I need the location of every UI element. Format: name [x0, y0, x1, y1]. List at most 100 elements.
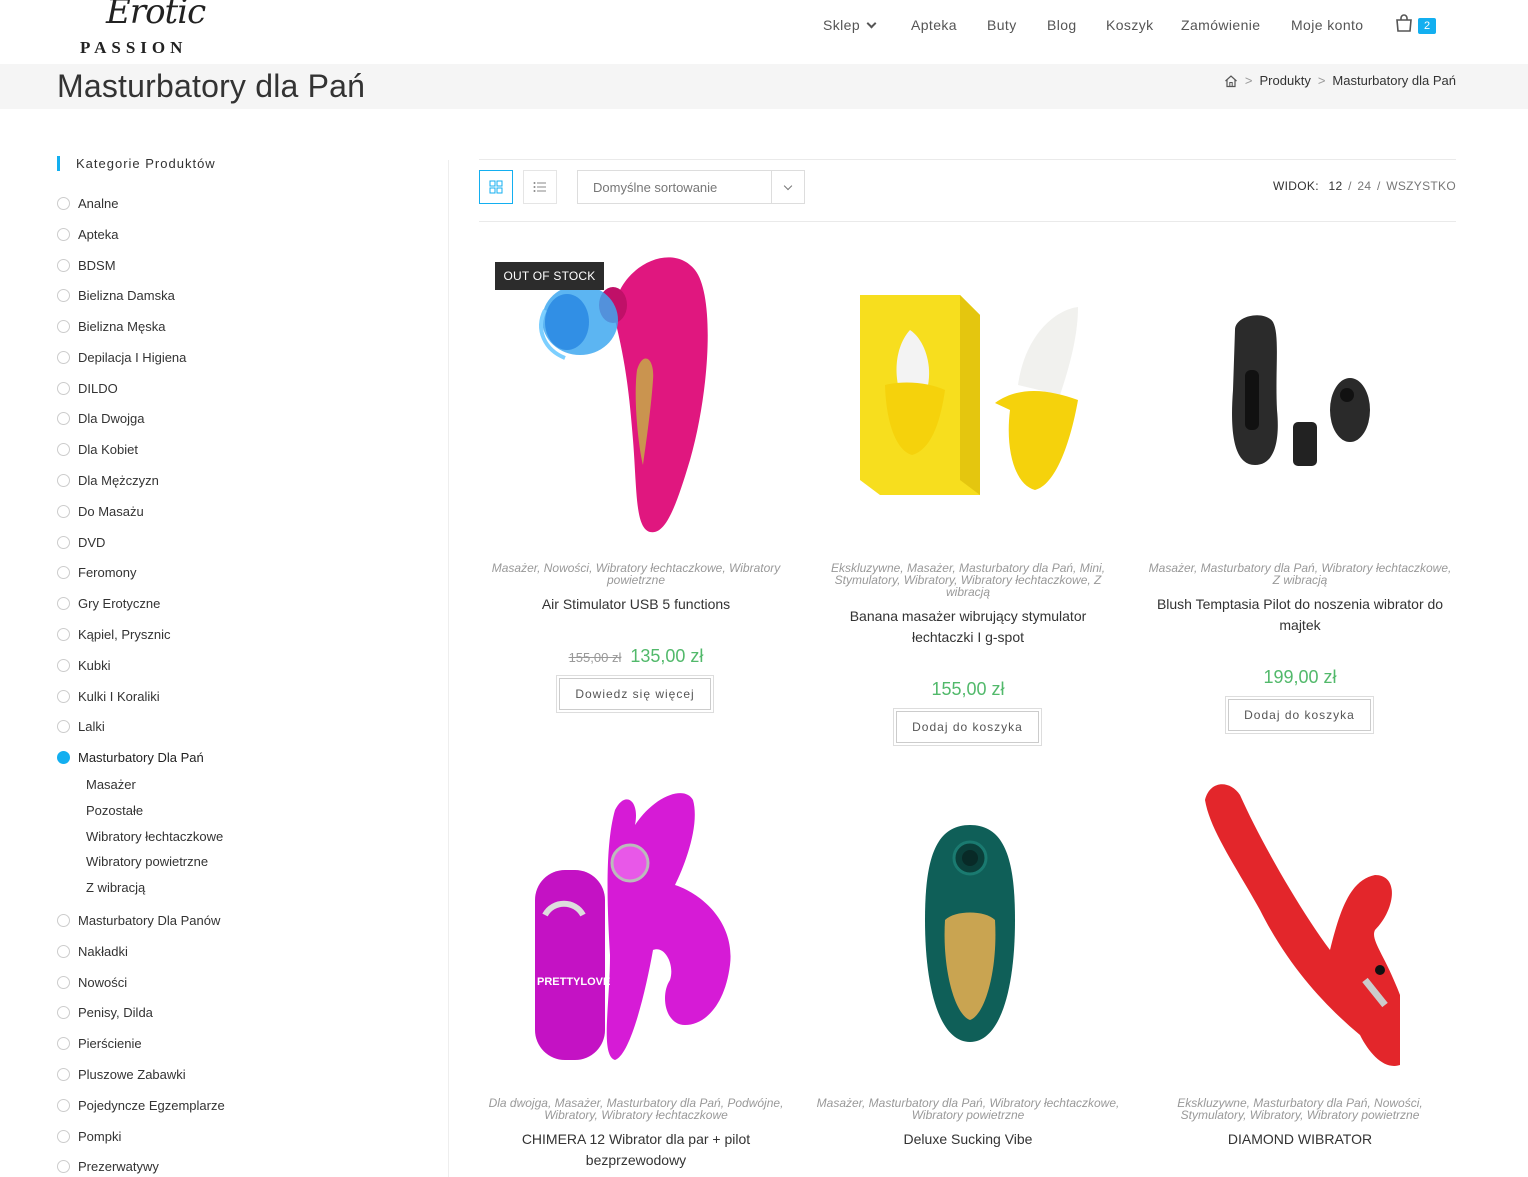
category-item[interactable]: Penisy, Dilda [57, 1004, 153, 1020]
grid-view-button[interactable] [479, 170, 513, 204]
subcategory-item[interactable]: Z wibracją [86, 880, 145, 895]
category-item[interactable]: Gry Erotyczne [57, 595, 160, 611]
category-item[interactable]: Nakładki [57, 943, 128, 959]
category-item[interactable]: Bielizna Damska [57, 287, 175, 303]
category-item[interactable]: Bielizna Męska [57, 318, 165, 334]
category-label: Penisy, Dilda [78, 1004, 153, 1020]
product-image-banana[interactable] [850, 285, 1090, 500]
category-item[interactable]: Pompki [57, 1128, 121, 1144]
product-categories: Masażer, Masturbatory dla Pań, Wibratory… [811, 1097, 1125, 1121]
category-item[interactable]: Analne [57, 195, 118, 211]
grid-icon [489, 180, 503, 194]
subcategory-item[interactable]: Pozostałe [86, 803, 143, 818]
view-24-option[interactable]: 24 [1357, 179, 1371, 193]
product-categories-line[interactable]: powietrzne [479, 574, 793, 586]
radio-icon [57, 1036, 70, 1050]
add-to-cart-button[interactable]: Dodaj do koszyka [1225, 696, 1374, 734]
product-name[interactable]: Deluxe Sucking Vibe [811, 1129, 1125, 1150]
subcategory-item[interactable]: Wibratory powietrzne [86, 854, 208, 869]
radio-icon [57, 658, 70, 672]
add-to-cart-button[interactable]: Dodaj do koszyka [893, 708, 1042, 746]
sort-select[interactable]: Domyślne sortowanie [577, 170, 805, 204]
breadcrumb-products[interactable]: Produkty [1260, 73, 1311, 88]
category-item[interactable]: Pluszowe Zabawki [57, 1066, 186, 1082]
category-item[interactable]: BDSM [57, 257, 116, 273]
product-categories-line[interactable]: Wibratory powietrzne [811, 1109, 1125, 1121]
category-label: Dla Mężczyzn [78, 472, 159, 488]
product-name-line: bezprzewodowy [585, 1152, 687, 1168]
products-per-page: WIDOK: 12 / 24 / WSZYSTKO [1273, 179, 1456, 193]
radio-icon [57, 1159, 70, 1173]
product-categories-line[interactable]: Stymulatory, Wibratory, Wibratory powiet… [1143, 1109, 1457, 1121]
nav-blog[interactable]: Blog [1047, 17, 1077, 33]
category-label: Masturbatory Dla Panów [78, 912, 221, 928]
category-label: Do Masażu [78, 503, 144, 519]
category-item[interactable]: Lalki [57, 718, 105, 734]
category-item-active[interactable]: Masturbatory Dla Pań [57, 749, 204, 765]
category-item[interactable]: Kubki [57, 657, 111, 673]
product-image-deluxe-sucking-vibe[interactable] [920, 820, 1020, 1050]
subcategory-item[interactable]: Masażer [86, 777, 136, 792]
category-item[interactable]: Nowości [57, 974, 127, 990]
category-item[interactable]: Feromony [57, 564, 137, 580]
nav-shop[interactable]: Sklep [823, 17, 877, 33]
category-label: Kąpiel, Prysznic [78, 626, 171, 642]
home-icon[interactable] [1224, 74, 1238, 88]
category-item[interactable]: Apteka [57, 226, 118, 242]
radio-icon [57, 504, 70, 518]
category-item[interactable]: DILDO [57, 380, 118, 396]
category-item[interactable]: Pojedyncze Egzemplarze [57, 1097, 225, 1113]
product-name[interactable]: DIAMOND WIBRATOR [1143, 1129, 1457, 1150]
cart-count-badge[interactable]: 2 [1418, 18, 1436, 34]
radio-icon [57, 411, 70, 425]
category-label: Masturbatory Dla Pań [78, 749, 204, 765]
product-name[interactable]: Air Stimulator USB 5 functions [479, 594, 793, 615]
view-all-option[interactable]: WSZYSTKO [1386, 179, 1456, 193]
radio-icon [57, 381, 70, 395]
product-image-blush-pilot[interactable] [1225, 310, 1375, 470]
list-view-button[interactable] [523, 170, 557, 204]
product-name-line: CHIMERA 12 Wibrator dla par + pilot [521, 1131, 751, 1147]
subcategory-item[interactable]: Wibratory łechtaczkowe [86, 829, 223, 844]
product-image-chimera[interactable]: PRETTYLOVE [535, 785, 735, 1065]
category-label: Depilacja I Higiena [78, 349, 187, 365]
product-name-line: majtek [1279, 617, 1321, 633]
read-more-button[interactable]: Dowiedz się więcej [556, 675, 714, 713]
category-item[interactable]: Prezerwatywy [57, 1158, 159, 1174]
category-item[interactable]: Kulki I Koraliki [57, 688, 160, 704]
category-label: Nakładki [78, 943, 128, 959]
shopping-bag-icon[interactable] [1395, 14, 1413, 32]
nav-shoes[interactable]: Buty [987, 17, 1017, 33]
product-categories-line[interactable]: Wibratory, Wibratory łechtaczkowe [479, 1109, 793, 1121]
category-item[interactable]: Depilacja I Higiena [57, 349, 186, 365]
product-name[interactable]: CHIMERA 12 Wibrator dla par + pilot bezp… [479, 1129, 793, 1171]
product-image-air-stimulator[interactable] [525, 250, 755, 540]
site-logo[interactable]: Erotic PASSION [78, 0, 228, 60]
nav-order[interactable]: Zamówienie [1181, 17, 1260, 33]
product-categories-line[interactable]: Z wibracją [1143, 574, 1457, 586]
product-name[interactable]: Banana masażer wibrujący stymulator łech… [811, 606, 1125, 648]
product-name[interactable]: Blush Temptasia Pilot do noszenia wibrat… [1143, 594, 1457, 636]
view-12-option[interactable]: 12 [1329, 179, 1343, 193]
category-label: Pluszowe Zabawki [78, 1066, 186, 1082]
category-item[interactable]: Pierścienie [57, 1035, 142, 1051]
product-categories: Masażer, Nowości, Wibratory łechtaczkowe… [479, 562, 793, 586]
category-item[interactable]: Dla Kobiet [57, 441, 138, 457]
product-categories-line[interactable]: wibracją [811, 586, 1125, 598]
product-image-diamond-wibrator[interactable] [1200, 780, 1400, 1070]
view-separator: / [1376, 179, 1381, 193]
radio-icon [57, 975, 70, 989]
category-item[interactable]: DVD [57, 534, 105, 550]
radio-icon [57, 319, 70, 333]
toolbar-divider [479, 221, 1456, 222]
category-item[interactable]: Do Masażu [57, 503, 144, 519]
nav-pharmacy[interactable]: Apteka [911, 17, 957, 33]
radio-icon [57, 227, 70, 241]
nav-cart[interactable]: Koszyk [1106, 17, 1154, 33]
category-item[interactable]: Dla Dwojga [57, 410, 144, 426]
nav-account[interactable]: Moje konto [1291, 17, 1363, 33]
category-label: Pompki [78, 1128, 122, 1144]
category-item[interactable]: Masturbatory Dla Panów [57, 912, 220, 928]
category-item[interactable]: Kąpiel, Prysznic [57, 626, 170, 642]
category-item[interactable]: Dla Mężczyzn [57, 472, 159, 488]
